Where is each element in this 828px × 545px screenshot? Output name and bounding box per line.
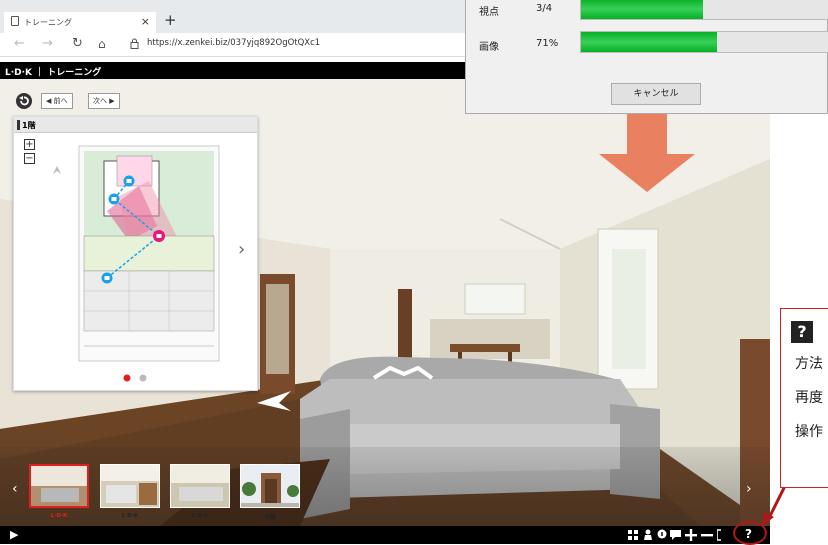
thumbnail-ldk-3[interactable] (170, 464, 230, 508)
comment-icon[interactable] (670, 530, 681, 540)
home-icon[interactable]: ⌂ (98, 36, 106, 52)
viewpoint-progress-bar (580, 0, 828, 20)
strip-left-arrow[interactable]: ‹ (12, 481, 18, 497)
tab-title: トレーニング (24, 18, 72, 27)
person-icon[interactable] (643, 529, 653, 541)
viewpoint-label: 視点 (479, 7, 499, 18)
strip-right-arrow[interactable]: › (746, 481, 752, 497)
compass-icon (53, 166, 61, 174)
panorama-viewer[interactable]: ◀ 前へ 次へ ▶ 1階 + − › ‹ › L·D·K L·D·K L·D·K… (0, 79, 770, 526)
zoom-out-icon[interactable] (701, 529, 713, 541)
floor-map-panel: 1階 + − › (13, 116, 258, 391)
zoom-in-icon[interactable] (685, 529, 697, 541)
page-icon (11, 16, 19, 26)
prev-button[interactable]: ◀ 前へ (41, 93, 73, 109)
map-page-indicator[interactable] (122, 373, 152, 383)
image-value: 71% (536, 38, 559, 49)
callout-line: 方法 (795, 356, 823, 372)
help-icon: ? (791, 321, 813, 343)
zoom-in-button[interactable]: + (24, 139, 35, 150)
tab-close-button[interactable]: × (141, 15, 150, 28)
reload-icon[interactable]: ↻ (72, 36, 83, 52)
image-progress-bar (580, 31, 828, 53)
thumbnail-strip: ‹ › L·D·K L·D·K L·D·K 外観 (0, 447, 770, 526)
help-button[interactable]: ? (745, 527, 752, 541)
map-next-arrow[interactable]: › (238, 239, 245, 260)
play-button[interactable]: ▶ (10, 528, 18, 541)
fullscreen-icon[interactable] (717, 529, 727, 541)
grid-icon[interactable] (628, 530, 638, 540)
floor-plan[interactable] (69, 141, 229, 366)
rotate-back-icon[interactable] (16, 93, 32, 109)
callout-line: 操作 (795, 424, 823, 440)
lock-icon (130, 38, 139, 49)
browser-tab[interactable]: トレーニング × (4, 12, 156, 33)
forward-icon[interactable]: → (42, 36, 53, 52)
thumbnail-ldk-1[interactable] (29, 464, 89, 508)
image-label: 画像 (479, 42, 499, 53)
image-progress-fill (581, 32, 718, 52)
thumbnail-ldk-2[interactable] (100, 464, 160, 508)
loading-dialog: 視点 3/4 画像 71% キャンセル (465, 0, 828, 114)
next-button[interactable]: 次へ ▶ (88, 93, 120, 109)
viewpoint-value: 3/4 (536, 3, 553, 14)
info-pin-icon[interactable] (657, 529, 667, 541)
thumbnail-label: 外観 (264, 515, 276, 521)
url-field[interactable]: https://x.zenkei.biz/037yjq892OgOtQXc1 (147, 38, 320, 48)
bottom-control-bar: ▶ ? (0, 521, 770, 545)
cancel-button[interactable]: キャンセル (611, 83, 701, 105)
floor-label: 1階 (14, 117, 257, 133)
down-arrow-icon (599, 114, 695, 192)
viewpoint-progress-fill (581, 0, 703, 19)
help-callout: ? 方法 再度 操作 (780, 308, 828, 488)
thumbnail-label: L·D·K (121, 513, 139, 519)
callout-line: 再度 (795, 390, 823, 406)
left-nav-arrow[interactable] (255, 389, 295, 413)
back-icon[interactable]: ← (14, 36, 25, 52)
zoom-out-button[interactable]: − (24, 153, 35, 164)
app-title: L·D·K ｜ トレーニング (5, 68, 102, 78)
thumbnail-label: L·D·K (50, 513, 68, 519)
thumbnail-exterior[interactable] (240, 464, 300, 508)
forward-nav-arrow[interactable] (370, 362, 436, 384)
thumbnail-label: L·D·K (191, 513, 209, 519)
new-tab-button[interactable]: + (164, 13, 177, 28)
